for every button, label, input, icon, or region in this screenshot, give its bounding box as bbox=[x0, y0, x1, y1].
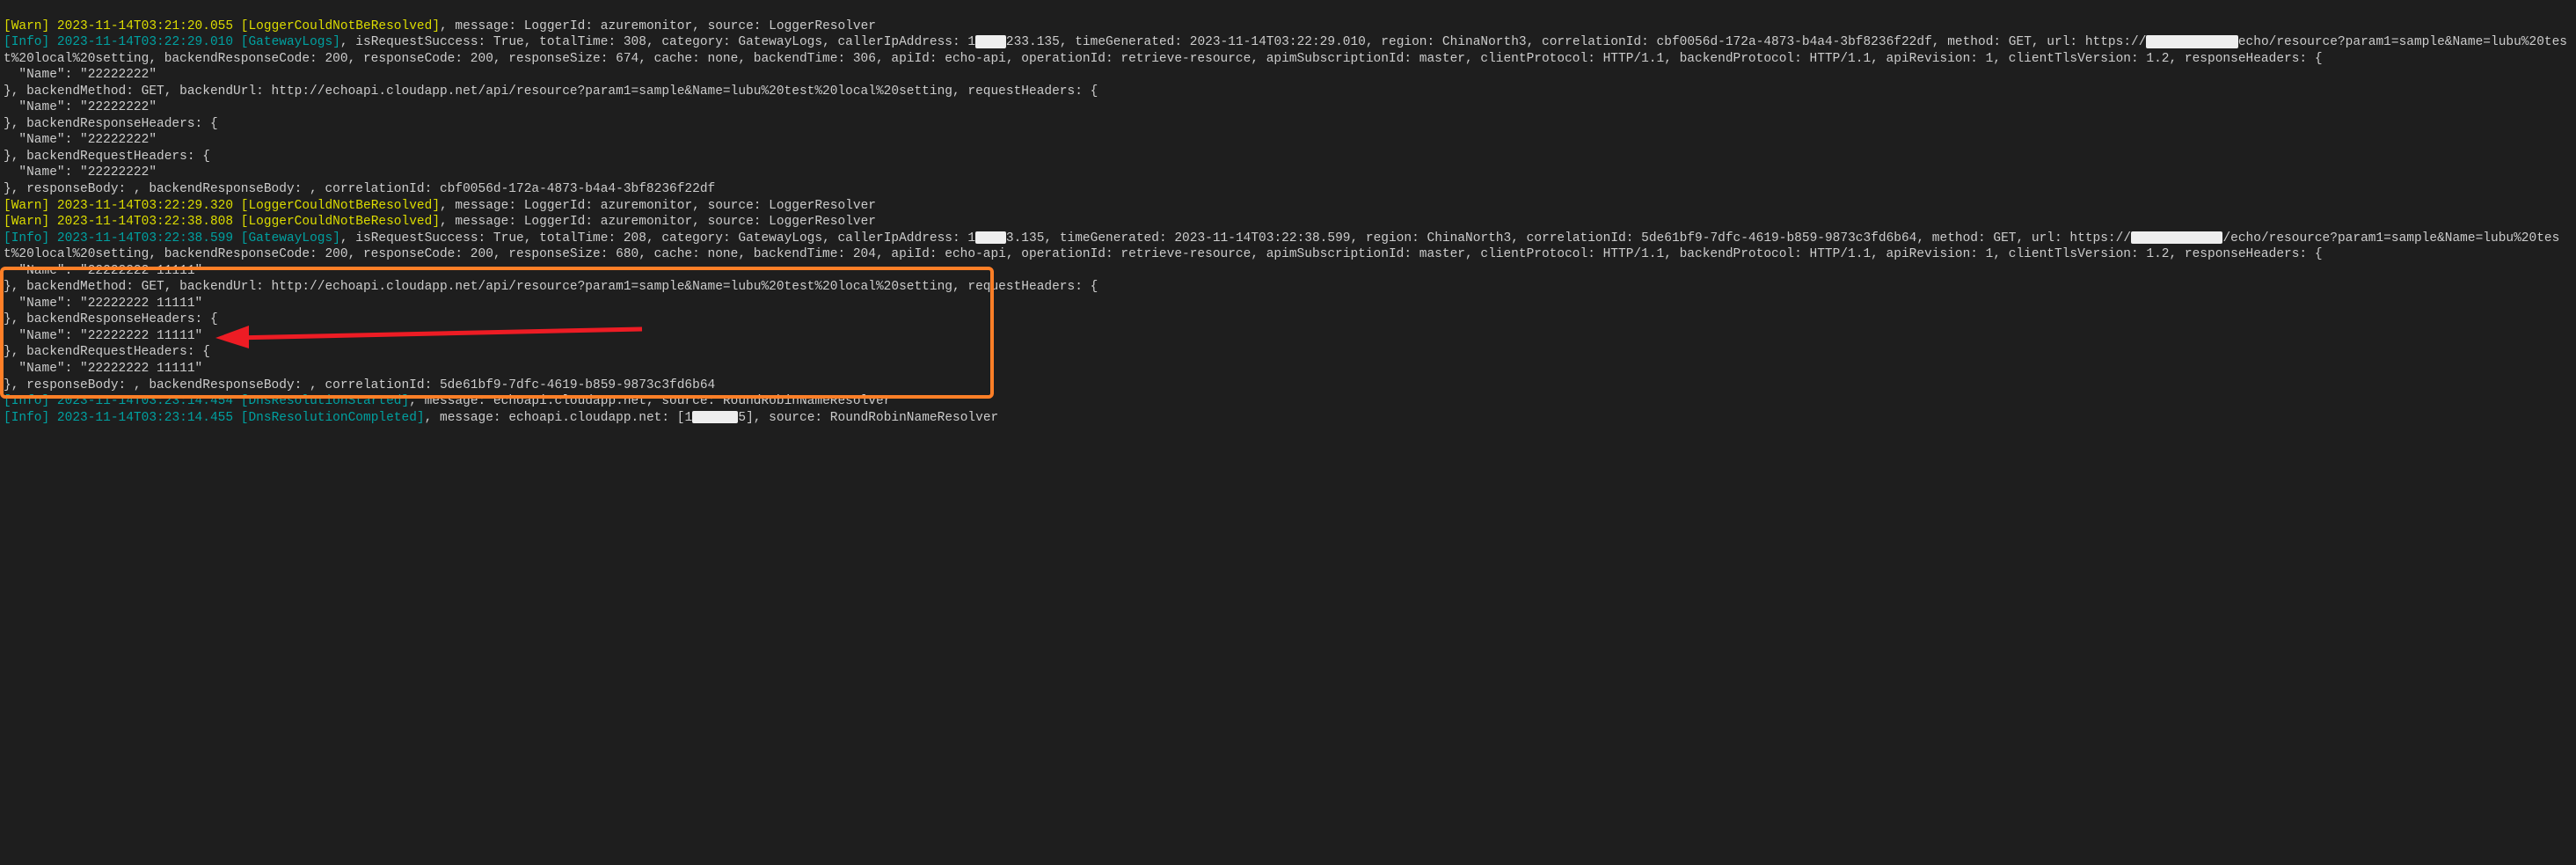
log-text: , message: LoggerId: azuremonitor, sourc… bbox=[440, 199, 876, 213]
redacted-block bbox=[2131, 231, 2222, 245]
redacted-block bbox=[975, 35, 1006, 48]
log-text: }, backendRequestHeaders: { bbox=[4, 345, 210, 359]
log-text: }, responseBody: , backendResponseBody: … bbox=[4, 182, 715, 196]
log-timestamp: 2023-11-14T03:23:14.455 bbox=[57, 411, 233, 425]
bracket: ] bbox=[42, 215, 57, 229]
log-line[interactable]: [Info] 2023-11-14T03:22:29.010 [GatewayL… bbox=[4, 34, 2572, 67]
log-line[interactable]: [Info] 2023-11-14T03:23:14.454 [DnsResol… bbox=[4, 393, 2572, 410]
log-text: }, backendRequestHeaders: { bbox=[4, 150, 210, 164]
log-text: }, backendResponseHeaders: { bbox=[4, 117, 218, 131]
log-level: Warn bbox=[11, 215, 42, 229]
log-text: , isRequestSuccess: True, totalTime: 208… bbox=[340, 231, 975, 246]
log-line[interactable]: }, backendMethod: GET, backendUrl: http:… bbox=[4, 279, 2572, 296]
log-line[interactable]: "Name": "22222222" bbox=[4, 99, 2572, 116]
log-text: "Name": "22222222" bbox=[4, 68, 157, 82]
log-text: "Name": "22222222 11111" bbox=[4, 329, 202, 343]
log-line[interactable]: }, responseBody: , backendResponseBody: … bbox=[4, 378, 2572, 394]
log-text: 5], source: RoundRobinNameResolver bbox=[738, 411, 998, 425]
log-line[interactable]: }, backendResponseHeaders: { bbox=[4, 116, 2572, 133]
log-text: }, backendMethod: GET, backendUrl: http:… bbox=[4, 84, 1098, 99]
log-line[interactable]: "Name": "22222222 11111" bbox=[4, 263, 2572, 280]
log-timestamp: 2023-11-14T03:22:38.599 bbox=[57, 231, 233, 246]
bracket: ] bbox=[402, 394, 410, 408]
bracket: ] bbox=[42, 394, 57, 408]
log-line[interactable]: "Name": "22222222" bbox=[4, 165, 2572, 181]
log-line[interactable]: }, backendRequestHeaders: { bbox=[4, 149, 2572, 165]
log-timestamp: 2023-11-14T03:22:29.320 bbox=[57, 199, 233, 213]
bracket: ] bbox=[42, 19, 57, 33]
log-timestamp: 2023-11-14T03:23:14.454 bbox=[57, 394, 233, 408]
redacted-block bbox=[692, 411, 738, 424]
log-logger: LoggerCouldNotBeResolved bbox=[248, 215, 432, 229]
log-logger: LoggerCouldNotBeResolved bbox=[248, 199, 432, 213]
log-text: , isRequestSuccess: True, totalTime: 308… bbox=[340, 35, 975, 49]
log-timestamp: 2023-11-14T03:21:20.055 bbox=[57, 19, 233, 33]
log-line[interactable]: }, responseBody: , backendResponseBody: … bbox=[4, 181, 2572, 198]
log-text: , message: echoapi.cloudapp.net, source:… bbox=[409, 394, 891, 408]
log-level: Info bbox=[11, 231, 42, 246]
log-text: , timeGenerated: 2023-11-14T03:22:29.010… bbox=[1060, 35, 2147, 49]
bracket: ] bbox=[417, 411, 425, 425]
log-text: "Name": "22222222 11111" bbox=[4, 297, 202, 311]
log-line[interactable]: }, backendMethod: GET, backendUrl: http:… bbox=[4, 84, 2572, 100]
bracket: [ bbox=[4, 411, 11, 425]
log-logger: LoggerCouldNotBeResolved bbox=[248, 19, 432, 33]
bracket: ] bbox=[432, 19, 440, 33]
log-text: , timeGenerated: 2023-11-14T03:22:38.599… bbox=[1044, 231, 2131, 246]
log-line[interactable]: [Warn] 2023-11-14T03:22:29.320 [LoggerCo… bbox=[4, 198, 2572, 215]
log-logger: DnsResolutionStarted bbox=[248, 394, 401, 408]
log-line[interactable]: "Name": "22222222" bbox=[4, 67, 2572, 84]
log-logger: GatewayLogs bbox=[248, 35, 332, 49]
log-level: Info bbox=[11, 35, 42, 49]
log-timestamp: 2023-11-14T03:22:29.010 bbox=[57, 35, 233, 49]
bracket: [ bbox=[4, 19, 11, 33]
log-logger: GatewayLogs bbox=[248, 231, 332, 246]
log-logger: DnsResolutionCompleted bbox=[248, 411, 416, 425]
log-line[interactable]: }, backendRequestHeaders: { bbox=[4, 344, 2572, 361]
log-line[interactable]: [Info] 2023-11-14T03:22:38.599 [GatewayL… bbox=[4, 231, 2572, 263]
log-text: }, responseBody: , backendResponseBody: … bbox=[4, 378, 715, 392]
log-line[interactable]: "Name": "22222222 11111" bbox=[4, 296, 2572, 312]
log-text: , message: echoapi.cloudapp.net: [1 bbox=[425, 411, 693, 425]
log-timestamp: 2023-11-14T03:22:38.808 bbox=[57, 215, 233, 229]
log-line[interactable]: "Name": "22222222 11111" bbox=[4, 361, 2572, 378]
log-level: Info bbox=[11, 411, 42, 425]
bracket: ] bbox=[42, 231, 57, 246]
log-text: , message: LoggerId: azuremonitor, sourc… bbox=[440, 19, 876, 33]
log-text: }, backendMethod: GET, backendUrl: http:… bbox=[4, 280, 1098, 294]
bracket: [ bbox=[4, 394, 11, 408]
log-level: Warn bbox=[11, 199, 42, 213]
log-level: Warn bbox=[11, 19, 42, 33]
bracket: ] bbox=[332, 35, 340, 49]
bracket: ] bbox=[42, 199, 57, 213]
bracket: [ bbox=[4, 231, 11, 246]
bracket: [ bbox=[4, 199, 11, 213]
bracket: ] bbox=[42, 35, 57, 49]
redacted-block bbox=[2146, 35, 2237, 48]
log-line[interactable]: [Info] 2023-11-14T03:23:14.455 [DnsResol… bbox=[4, 410, 2572, 427]
log-level: Info bbox=[11, 394, 42, 408]
log-text: "Name": "22222222" bbox=[4, 133, 157, 147]
bracket: [ bbox=[4, 215, 11, 229]
log-text: "Name": "22222222" bbox=[4, 165, 157, 180]
redacted-block bbox=[975, 231, 1006, 245]
log-line[interactable]: "Name": "22222222" bbox=[4, 132, 2572, 149]
log-text: , message: LoggerId: azuremonitor, sourc… bbox=[440, 215, 876, 229]
bracket: ] bbox=[432, 199, 440, 213]
log-line[interactable]: [Warn] 2023-11-14T03:22:38.808 [LoggerCo… bbox=[4, 214, 2572, 231]
bracket: ] bbox=[42, 411, 57, 425]
bracket: ] bbox=[332, 231, 340, 246]
log-text: 3.135 bbox=[1006, 231, 1045, 246]
log-text: 233.135 bbox=[1006, 35, 1060, 49]
log-text: }, backendResponseHeaders: { bbox=[4, 312, 218, 326]
bracket: [ bbox=[4, 35, 11, 49]
log-line[interactable]: [Warn] 2023-11-14T03:21:20.055 [LoggerCo… bbox=[4, 18, 2572, 35]
log-line[interactable]: }, backendResponseHeaders: { bbox=[4, 312, 2572, 328]
log-text: "Name": "22222222" bbox=[4, 100, 157, 114]
log-line[interactable]: "Name": "22222222 11111" bbox=[4, 328, 2572, 345]
log-text: "Name": "22222222 11111" bbox=[4, 362, 202, 376]
log-output[interactable]: [Warn] 2023-11-14T03:21:20.055 [LoggerCo… bbox=[0, 0, 2576, 428]
log-text: "Name": "22222222 11111" bbox=[4, 264, 202, 278]
bracket: ] bbox=[432, 215, 440, 229]
